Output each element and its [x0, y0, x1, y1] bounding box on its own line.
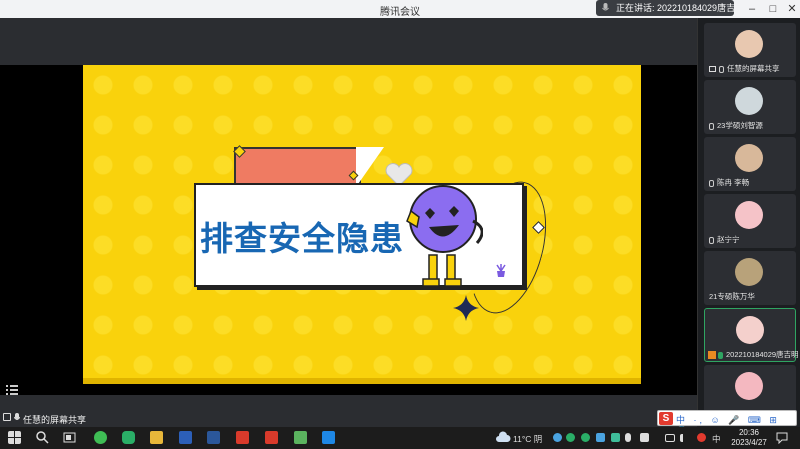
mic-muted-icon [709, 236, 714, 244]
volume-icon[interactable] [680, 434, 688, 442]
weather-label[interactable]: 11°C 阴 [513, 433, 542, 445]
participant-name-row: 陈冉 李畅 [709, 177, 749, 188]
mic-active-icon [718, 351, 723, 359]
list-icon[interactable] [6, 385, 18, 395]
taskbar: 11°C 阴 中 20:36 2023/4/27 [0, 427, 800, 449]
avatar [735, 87, 763, 115]
tray-icon[interactable] [581, 433, 590, 442]
avatar [735, 372, 763, 400]
avatar [735, 258, 763, 286]
minimize-button[interactable]: – [743, 1, 761, 17]
participant-name-row: 21专硕陈万华 [709, 291, 755, 302]
participant-tile[interactable]: 赵宁宁 [704, 194, 796, 248]
speaking-label: 正在讲话: 202210184029唐吉... [616, 3, 734, 13]
mic-icon [719, 65, 724, 73]
network-icon[interactable] [665, 434, 675, 442]
participant-tile[interactable]: 陈冉 李畅 [704, 137, 796, 191]
participant-tile[interactable]: 任慧的屏幕共享 [704, 23, 796, 77]
app-icon[interactable] [294, 431, 307, 444]
mic-icon [14, 413, 20, 420]
dictionary-icon[interactable] [179, 431, 192, 444]
windows-start-icon[interactable] [8, 431, 21, 444]
clock[interactable]: 20:36 2023/4/27 [731, 428, 767, 448]
speaking-indicator[interactable]: 正在讲话: 202210184029唐吉... [596, 0, 734, 16]
avatar [735, 144, 763, 172]
participant-name: 21专硕陈万华 [709, 292, 755, 301]
participant-tile[interactable]: 23学硕刘智源 [704, 80, 796, 134]
participant-tile-speaking[interactable]: 202210184029唐吉明 [704, 308, 799, 362]
slide-paper-fold [356, 147, 384, 187]
participant-name: 任慧的屏幕共享 [727, 64, 780, 73]
task-view-icon[interactable] [63, 431, 76, 444]
avatar [735, 30, 763, 58]
avatar [736, 316, 764, 344]
participant-name-row: 赵宁宁 [709, 234, 740, 245]
slide-headline: 排查安全隐患 [200, 219, 404, 258]
participant-name-row: 任慧的屏幕共享 [709, 63, 780, 74]
presentation-slide: 排查安全隐患 [83, 65, 641, 378]
mic-muted-icon [709, 122, 714, 130]
participants-panel: 任慧的屏幕共享 23学硕刘智源 陈冉 李畅 赵宁宁 21专硕陈万华 202210… [697, 18, 800, 419]
wps-icon[interactable] [265, 431, 278, 444]
plant-icon [496, 264, 506, 277]
ime-toolbar[interactable]: S 中 ·, ☺ 🎤 ⌨ ⊞ 👕 ⚙ [657, 410, 797, 436]
wps-icon[interactable] [236, 431, 249, 444]
tray-icon[interactable] [611, 433, 620, 442]
participant-tile[interactable]: 21专硕陈万华 [704, 251, 796, 305]
cloud-icon [496, 431, 511, 442]
sharer-label: 任慧的屏幕共享 [23, 415, 87, 425]
tray-icon[interactable] [553, 433, 562, 442]
search-icon[interactable] [36, 431, 49, 444]
word-icon[interactable] [207, 431, 220, 444]
mic-muted-icon [709, 179, 714, 187]
app-icon[interactable] [94, 431, 107, 444]
screen-share-icon [3, 413, 11, 421]
participant-name: 202210184029唐吉明 [726, 350, 799, 359]
screen-share-icon [709, 66, 716, 73]
tray-icon[interactable] [640, 433, 649, 442]
close-button[interactable]: ✕ [783, 1, 800, 17]
participant-name-row: 202210184029唐吉明 [708, 349, 799, 360]
notification-icon[interactable] [776, 431, 788, 444]
sharer-bar: 任慧的屏幕共享 [0, 410, 697, 427]
participant-name: 23学硕刘智源 [717, 121, 763, 130]
sogou-icon: S [659, 412, 673, 425]
slide-bottom-edge [83, 378, 641, 384]
tray-icon[interactable] [697, 433, 706, 442]
mic-icon[interactable] [625, 433, 631, 442]
maximize-button[interactable]: □ [764, 1, 782, 17]
participant-name: 赵宁宁 [717, 235, 740, 244]
time-label: 20:36 [738, 428, 760, 437]
screen-share-area: 排查安全隐患 [0, 65, 697, 395]
participant-name: 陈冉 李畅 [717, 178, 750, 187]
avatar [735, 201, 763, 229]
tray-icon[interactable] [566, 433, 575, 442]
wechat-icon[interactable] [122, 431, 135, 444]
main-view: 排查安全隐患 [0, 18, 697, 410]
folder-icon[interactable] [150, 431, 163, 444]
participant-name-row: 23学硕刘智源 [709, 120, 763, 131]
tray-icon[interactable] [596, 433, 605, 442]
star-icon [453, 295, 479, 321]
mascot-character-icon [406, 185, 483, 287]
user-icon [708, 351, 716, 360]
date-label: 2023/4/27 [731, 438, 767, 447]
title-bar: 腾讯会议 正在讲话: 202210184029唐吉... – □ ✕ [0, 0, 800, 18]
ime-mode-label[interactable]: 中 [712, 433, 721, 445]
mic-icon [602, 3, 609, 11]
tencent-meeting-icon[interactable] [322, 431, 335, 444]
